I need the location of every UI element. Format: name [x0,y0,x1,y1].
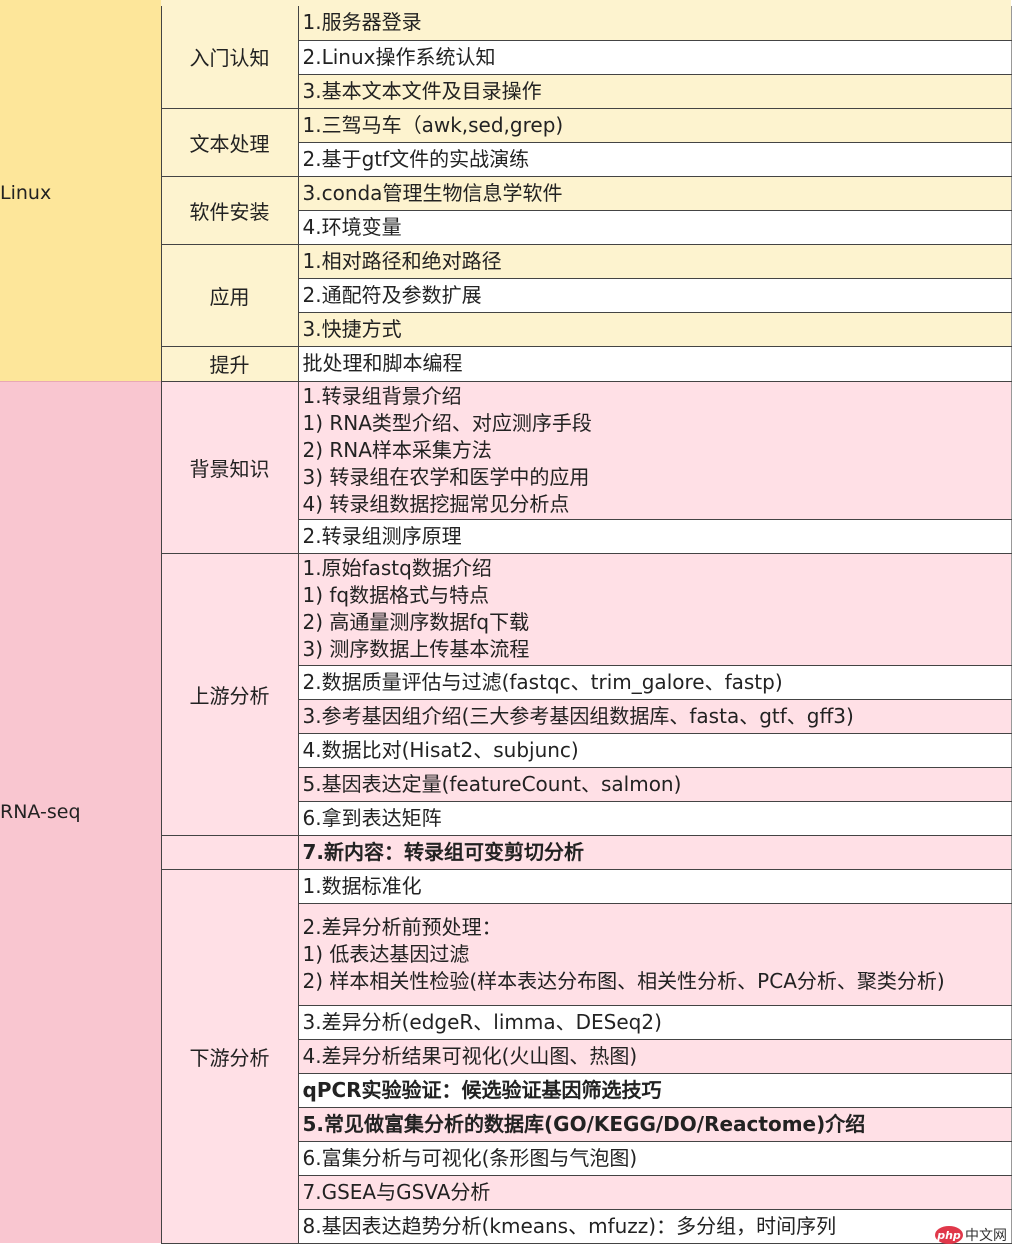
item-bg-1-a: 1) RNA类型介绍、对应测序手段 [302,410,592,435]
section-blank [160,835,298,870]
item-down-8: 8.基因表达趋势分析(kmeans、mfuzz)：多分组，时间序列 [297,1209,1012,1244]
item-up-5: 5.基因表达定量(featureCount、salmon) [297,767,1012,802]
section-apply: 应用 [160,244,298,347]
item-text-1: 1.三驾马车（awk,sed,grep) [297,108,1012,143]
section-improve: 提升 [160,346,298,382]
section-downstream: 下游分析 [160,869,298,1244]
item-bg-1: 1.转录组背景介绍 1) RNA类型介绍、对应测序手段 2) RNA样本采集方法… [297,381,1012,520]
section-text: 文本处理 [160,108,298,177]
item-intro-3: 3.基本文本文件及目录操作 [297,74,1012,109]
item-down-6: 6.富集分析与可视化(条形图与气泡图) [297,1141,1012,1176]
item-improve-1: 批处理和脚本编程 [297,346,1012,382]
item-bg-2: 2.转录组测序原理 [297,519,1012,554]
section-upstream: 上游分析 [160,553,298,836]
item-down-2-b: 2) 样本相关性检验(样本表达分布图、相关性分析、PCA分析、聚类分析) [302,968,945,993]
item-up-1-b: 2) 高通量测序数据fq下载 [302,610,530,634]
item-up-2: 2.数据质量评估与过滤(fastqc、trim_galore、fastp) [297,665,1012,700]
item-up-1-c: 3) 测序数据上传基本流程 [302,637,530,661]
syllabus-sheet: Linux 入门认知 1.服务器登录 2.Linux操作系统认知 3.基本文本文… [0,0,1013,1249]
watermark-logo: php 中文网 [935,1225,1007,1245]
section-install: 软件安装 [160,176,298,245]
item-down-qpcr: qPCR实验验证：候选验证基因筛选技巧 [297,1073,1012,1108]
item-down-4: 4.差异分析结果可视化(火山图、热图) [297,1039,1012,1074]
item-up-4: 4.数据比对(Hisat2、subjunc) [297,733,1012,768]
item-new-7: 7.新内容：转录组可变剪切分析 [297,835,1012,870]
watermark-badge: php [935,1226,963,1244]
item-install-3: 3.conda管理生物信息学软件 [297,176,1012,211]
item-up-1-a: 1) fq数据格式与特点 [302,583,490,607]
item-apply-2: 2.通配符及参数扩展 [297,278,1012,313]
item-down-7: 7.GSEA与GSVA分析 [297,1175,1012,1210]
section-background: 背景知识 [160,381,298,554]
section-intro: 入门认知 [160,6,298,109]
item-up-3: 3.参考基因组介绍(三大参考基因组数据库、fasta、gtf、gff3) [297,699,1012,734]
item-text-2: 2.基于gtf文件的实战演练 [297,142,1012,177]
syllabus-table: Linux 入门认知 1.服务器登录 2.Linux操作系统认知 3.基本文本文… [0,6,1012,1244]
item-down-2: 2.差异分析前预处理： 1) 低表达基因过滤 2) 样本相关性检验(样本表达分布… [297,903,1012,1006]
item-bg-1-c: 3) 转录组在农学和医学中的应用 [302,464,590,489]
item-intro-1: 1.服务器登录 [297,6,1012,41]
item-up-1-title: 1.原始fastq数据介绍 [302,556,492,580]
item-down-2-title: 2.差异分析前预处理： [302,914,502,939]
item-apply-1: 1.相对路径和绝对路径 [297,244,1012,279]
item-intro-2: 2.Linux操作系统认知 [297,40,1012,75]
item-install-4: 4.环境变量 [297,210,1012,245]
item-up-6: 6.拿到表达矩阵 [297,801,1012,836]
item-bg-1-d: 4) 转录组数据挖掘常见分析点 [302,491,570,516]
watermark-text: 中文网 [965,1228,1007,1244]
item-up-1: 1.原始fastq数据介绍 1) fq数据格式与特点 2) 高通量测序数据fq下… [297,553,1012,666]
item-bg-1-title: 1.转录组背景介绍 [302,383,462,408]
item-down-2-a: 1) 低表达基因过滤 [302,941,470,966]
module-linux: Linux [0,6,161,381]
item-down-5: 5.常见做富集分析的数据库(GO/KEGG/DO/Reactome)介绍 [297,1107,1012,1142]
item-down-1: 1.数据标准化 [297,869,1012,904]
item-apply-3: 3.快捷方式 [297,312,1012,347]
item-bg-1-b: 2) RNA样本采集方法 [302,437,492,462]
item-down-3: 3.差异分析(edgeR、limma、DESeq2) [297,1005,1012,1040]
module-rnaseq: RNA-seq [0,380,161,1243]
